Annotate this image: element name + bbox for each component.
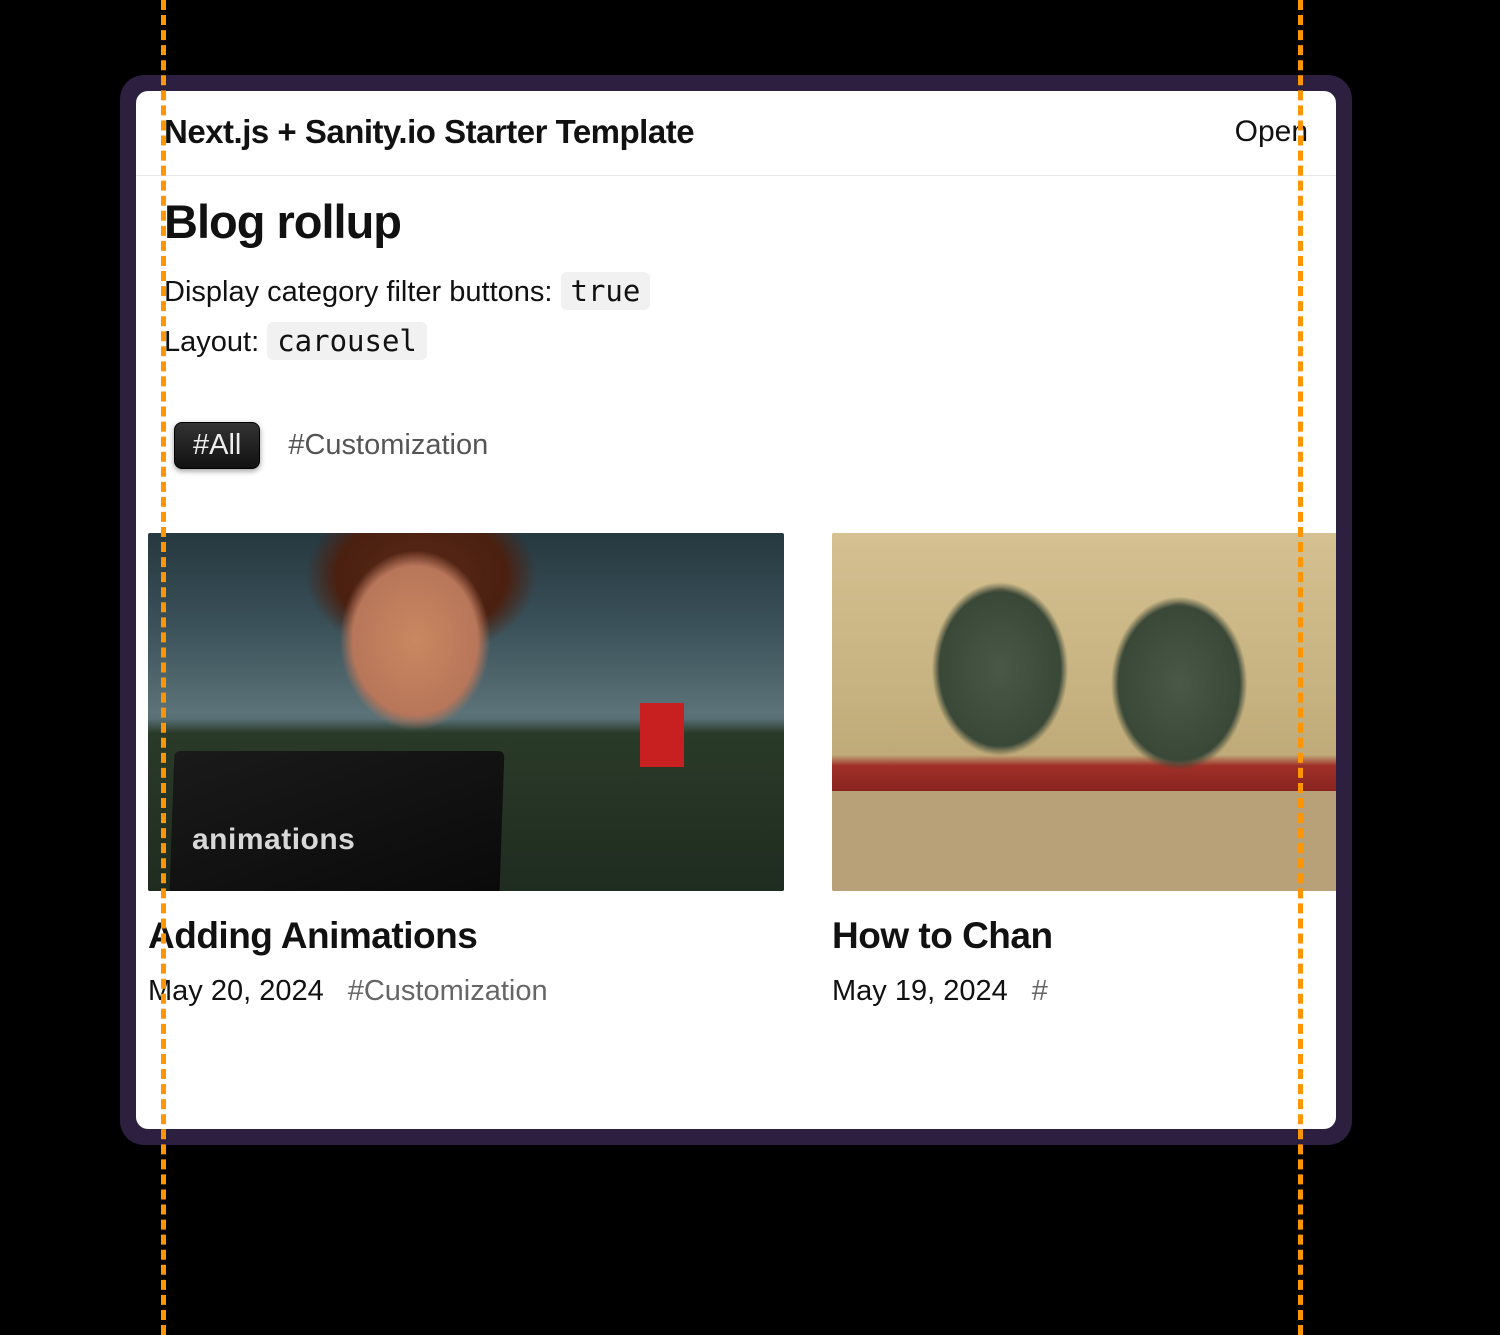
card-date: May 19, 2024 bbox=[832, 975, 1008, 1008]
card-category[interactable]: #Customization bbox=[348, 975, 548, 1008]
card-image: animations bbox=[148, 533, 784, 891]
filter-all[interactable]: #All bbox=[174, 422, 260, 469]
setting-layout-label: Layout: bbox=[164, 326, 267, 358]
image-laptop bbox=[170, 751, 505, 891]
filter-customization[interactable]: #Customization bbox=[288, 423, 488, 468]
guide-line-right bbox=[1298, 0, 1303, 1335]
guide-line-left bbox=[161, 0, 166, 1335]
setting-layout: Layout: carousel bbox=[164, 317, 1308, 367]
image-accent bbox=[640, 703, 684, 767]
section-heading: Blog rollup bbox=[164, 194, 1308, 249]
setting-filter-value: true bbox=[561, 272, 651, 310]
card-meta: May 20, 2024 #Customization bbox=[148, 975, 784, 1008]
category-filters: #All #Customization bbox=[136, 368, 1336, 469]
card-date: May 20, 2024 bbox=[148, 975, 324, 1008]
page-title: Next.js + Sanity.io Starter Template bbox=[164, 113, 694, 151]
blog-card[interactable]: animations Adding Animations May 20, 202… bbox=[148, 533, 784, 1008]
window-content: Next.js + Sanity.io Starter Template Ope… bbox=[136, 91, 1336, 1129]
setting-layout-value: carousel bbox=[267, 322, 427, 360]
window-frame: Next.js + Sanity.io Starter Template Ope… bbox=[120, 75, 1352, 1145]
section-header: Blog rollup Display category filter butt… bbox=[136, 176, 1336, 368]
card-category[interactable]: # bbox=[1032, 975, 1048, 1008]
setting-filter-label: Display category filter buttons: bbox=[164, 276, 561, 308]
image-overlay-text: animations bbox=[192, 823, 355, 857]
setting-filter-buttons: Display category filter buttons: true bbox=[164, 267, 1308, 317]
blog-card[interactable]: How to Chan May 19, 2024 # bbox=[832, 533, 1336, 1008]
card-meta: May 19, 2024 # bbox=[832, 975, 1336, 1008]
open-link[interactable]: Open bbox=[1235, 115, 1308, 149]
blog-carousel[interactable]: lules tion animations Adding Animations … bbox=[136, 469, 1336, 1008]
card-image bbox=[832, 533, 1336, 891]
card-title: Adding Animations bbox=[148, 915, 784, 957]
card-title: How to Chan bbox=[832, 915, 1336, 957]
topbar: Next.js + Sanity.io Starter Template Ope… bbox=[136, 91, 1336, 176]
